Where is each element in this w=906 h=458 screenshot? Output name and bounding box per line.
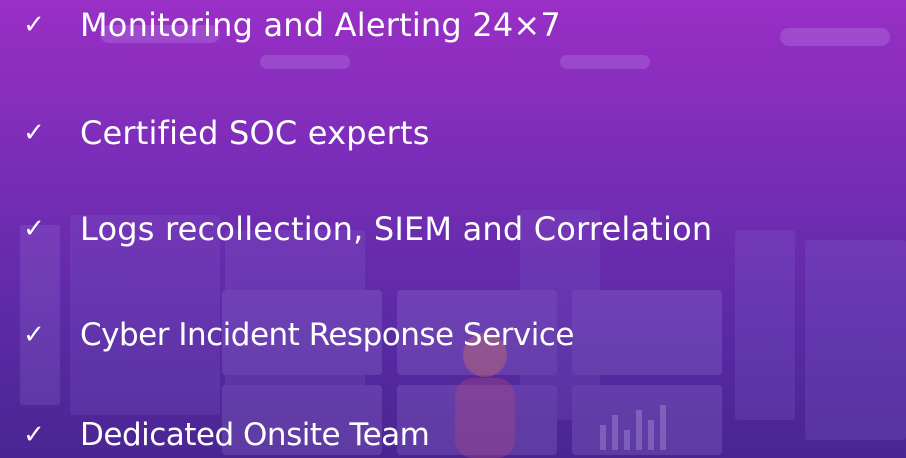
list-item-label: Logs recollection, SIEM and Correlation <box>80 210 713 248</box>
feature-list: ✓ Monitoring and Alerting 24×7 ✓ Certifi… <box>0 0 906 458</box>
checkmark-icon: ✓ <box>23 320 45 350</box>
list-item-label: Monitoring and Alerting 24×7 <box>80 6 561 44</box>
list-item-label: Cyber Incident Response Service <box>80 317 575 353</box>
checkmark-icon: ✓ <box>23 10 45 40</box>
list-item-label: Dedicated Onsite Team <box>80 417 430 453</box>
checkmark-icon: ✓ <box>23 118 45 148</box>
checkmark-icon: ✓ <box>23 420 45 450</box>
checkmark-icon: ✓ <box>23 214 45 244</box>
list-item-label: Certified SOC experts <box>80 114 430 152</box>
